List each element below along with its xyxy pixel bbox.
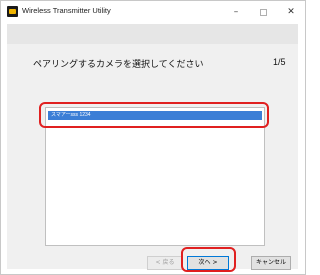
minimize-icon: – (233, 7, 239, 17)
back-button[interactable]: < 戻る (147, 256, 183, 270)
page-heading: ペアリングするカメラを選択してください (33, 60, 204, 70)
annotation-highlight-next (181, 247, 236, 272)
close-icon: ✕ (287, 7, 295, 17)
maximize-icon (259, 8, 267, 16)
step-indicator: 1/5 (273, 57, 286, 67)
title-bar[interactable]: Wireless Transmitter Utility – ✕ (1, 1, 305, 23)
close-button[interactable]: ✕ (280, 3, 302, 21)
minimize-button[interactable]: – (225, 3, 247, 21)
annotation-highlight-camera (39, 102, 269, 128)
maximize-button[interactable] (252, 3, 274, 21)
window-title: Wireless Transmitter Utility (22, 6, 111, 15)
cancel-button[interactable]: キャンセル (251, 256, 291, 270)
app-icon (7, 6, 18, 17)
